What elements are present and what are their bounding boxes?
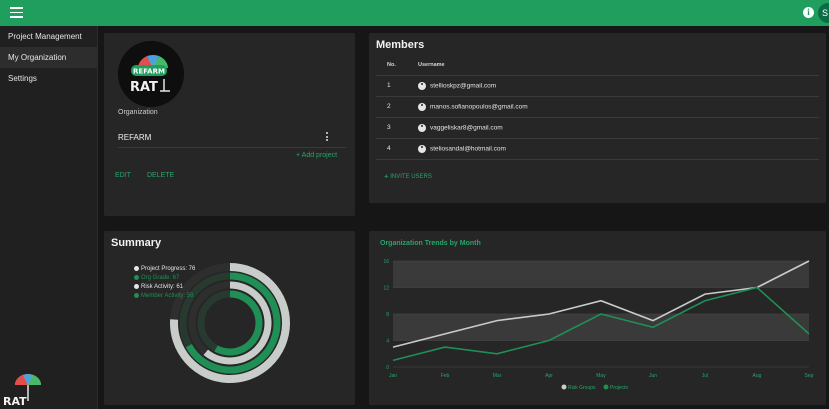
x-tick-label: Aug xyxy=(753,373,762,379)
sidebar-item-project-management[interactable]: Project Management xyxy=(0,26,97,47)
table-row: 4 steliosandal@hotmail.com xyxy=(376,138,819,160)
add-project-label: Add project xyxy=(301,152,338,159)
top-app-bar: i S xyxy=(0,0,829,26)
legend-dot xyxy=(603,384,609,390)
invite-users-button[interactable]: ➕︎ INVITE USERS xyxy=(384,174,432,181)
table-header: No. Username xyxy=(376,55,819,76)
summary-card: Summary Project Progress: 76 Org Grade: 6… xyxy=(104,231,355,405)
grid-band xyxy=(393,261,809,288)
x-tick-label: Feb xyxy=(441,373,450,379)
sidebar-item-my-organization[interactable]: My Organization xyxy=(0,47,97,68)
members-table: No. Username 1 stellioskpz@gmail.com 2 m… xyxy=(376,55,819,160)
legend-dot xyxy=(134,292,139,298)
username-cell: manos.sofianopoulos@gmail.com xyxy=(418,96,819,118)
plus-icon: + xyxy=(296,152,301,159)
person-add-icon: ➕︎ xyxy=(384,174,389,180)
column-header-username: Username xyxy=(418,55,819,76)
table-row: 2 manos.sofianopoulos@gmail.com xyxy=(376,96,819,118)
table-row: 1 stellioskpz@gmail.com xyxy=(376,75,819,97)
organization-logo: REFARM RAT xyxy=(118,41,184,107)
table-row: 3 vaggeliskar8@gmail.com xyxy=(376,117,819,139)
legend-label[interactable]: Projects xyxy=(610,385,629,391)
delete-button[interactable]: DELETE xyxy=(147,172,174,179)
trends-card: Organization Trends by Month 0 4 8 12 16 Jan F… xyxy=(369,231,826,405)
y-tick-label: 0 xyxy=(386,365,389,371)
legend-item: Org Grade: 67 xyxy=(134,274,195,283)
username-cell: steliosandal@hotmail.com xyxy=(418,138,819,160)
column-header-no: No. xyxy=(376,55,418,76)
organization-label: Organization xyxy=(118,109,158,116)
logo-text: RAT xyxy=(130,80,158,95)
x-tick-label: Jun xyxy=(649,373,657,379)
x-tick-label: Jul xyxy=(702,373,708,379)
legend-dot xyxy=(134,274,139,280)
username: steliosandal@hotmail.com xyxy=(430,145,506,153)
invite-users-label: INVITE USERS xyxy=(390,174,432,180)
y-tick-label: 16 xyxy=(383,259,389,265)
account-circle-icon xyxy=(418,123,426,132)
row-number: 4 xyxy=(376,138,418,160)
info-icon[interactable]: i xyxy=(803,7,814,18)
username: vaggeliskar8@gmail.com xyxy=(430,124,503,132)
username: manos.sofianopoulos@gmail.com xyxy=(430,103,528,111)
legend-item: Member Activity: 58 xyxy=(134,292,195,301)
legend-dot xyxy=(134,283,139,289)
legend-dot xyxy=(134,265,139,271)
y-tick-label: 8 xyxy=(386,312,389,318)
legend-item: Project Progress: 76 xyxy=(134,265,195,274)
line-chart: 0 4 8 12 16 Jan Feb Mar Apr May Jun Jul Aug Sep Risk G… xyxy=(383,259,814,391)
members-title: Members xyxy=(376,39,425,51)
legend-label: Risk Activity: 61 xyxy=(141,284,184,290)
sidebar-item-settings[interactable]: Settings xyxy=(0,68,97,89)
row-number: 3 xyxy=(376,117,418,139)
x-tick-label: Mar xyxy=(493,373,502,379)
legend-item: Risk Activity: 61 xyxy=(134,283,195,292)
logo-text: RAT xyxy=(3,395,27,407)
legend-label: Project Progress: 76 xyxy=(141,266,196,272)
legend-label: Org Grade: 67 xyxy=(141,275,180,281)
y-tick-label: 12 xyxy=(383,286,389,292)
edit-button[interactable]: EDIT xyxy=(115,172,131,179)
x-tick-label: Sep xyxy=(805,373,814,379)
legend-label[interactable]: Risk Groups xyxy=(568,385,596,391)
divider xyxy=(118,147,346,148)
legend-label: Member Activity: 58 xyxy=(141,293,194,299)
x-tick-label: Jan xyxy=(389,373,397,379)
account-circle-icon xyxy=(418,102,426,111)
summary-legend: Project Progress: 76 Org Grade: 67 Risk Ac… xyxy=(134,265,195,301)
organization-card: REFARM RAT Organization REFARM + Add pro… xyxy=(104,33,355,216)
y-tick-label: 4 xyxy=(386,339,389,345)
grid-band xyxy=(393,314,809,341)
app-logo: RAT xyxy=(3,374,41,407)
user-avatar[interactable]: S xyxy=(818,3,829,23)
logo-badge-text: REFARM xyxy=(133,68,165,76)
username-cell: stellioskpz@gmail.com xyxy=(418,75,819,97)
radial-bar-chart xyxy=(170,263,290,383)
x-tick-label: May xyxy=(596,373,606,379)
x-tick-label: Apr xyxy=(545,373,553,379)
username-cell: vaggeliskar8@gmail.com xyxy=(418,117,819,139)
row-number: 1 xyxy=(376,75,418,97)
row-number: 2 xyxy=(376,96,418,118)
organization-name: REFARM xyxy=(118,133,152,142)
hamburger-menu-icon[interactable] xyxy=(10,7,23,19)
add-project-button[interactable]: + Add project xyxy=(296,152,337,159)
account-circle-icon xyxy=(418,81,426,90)
username: stellioskpz@gmail.com xyxy=(430,82,497,90)
grid-band xyxy=(393,340,809,367)
sidebar: Project Management My Organization Setti… xyxy=(0,26,98,409)
radial-bar-member-activity[interactable] xyxy=(214,290,263,356)
more-options-icon[interactable] xyxy=(326,132,330,142)
members-card: Members No. Username 1 stellioskpz@gmail… xyxy=(369,33,826,203)
account-circle-icon xyxy=(418,144,426,153)
legend-dot xyxy=(561,384,567,390)
